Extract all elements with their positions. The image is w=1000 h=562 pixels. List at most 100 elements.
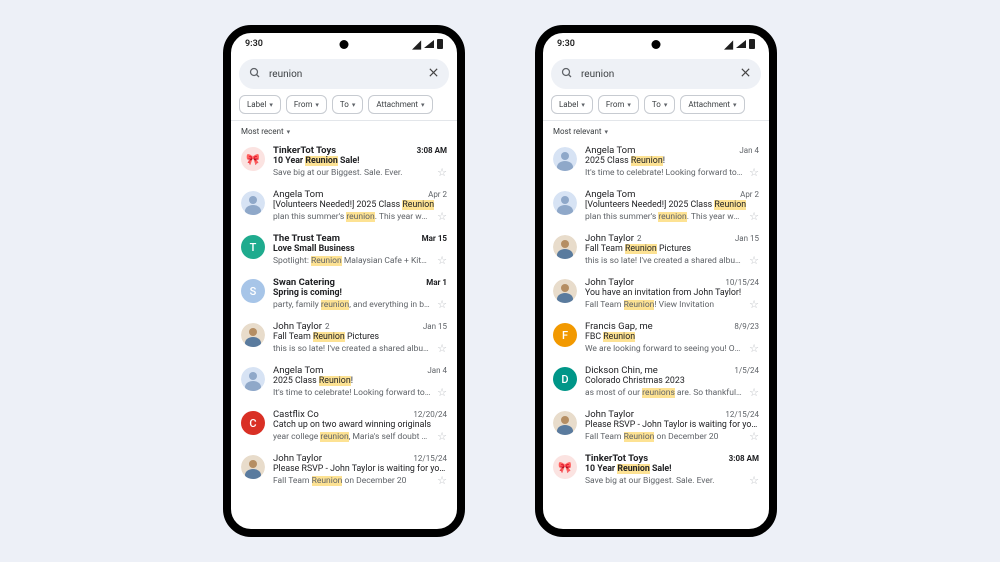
subject: Please RSVP - John Taylor is waiting for…: [273, 464, 447, 474]
star-icon[interactable]: ☆: [437, 210, 447, 223]
email-content: TinkerTot Toys 3:08 AM 10 Year Reunion S…: [585, 453, 759, 487]
star-icon[interactable]: ☆: [749, 210, 759, 223]
sender: John Taylor2: [585, 233, 642, 244]
star-icon[interactable]: ☆: [437, 166, 447, 179]
snippet: We are looking forward to seeing you! Ou…: [585, 344, 743, 354]
sender: John Taylor2: [273, 321, 330, 332]
chip-label[interactable]: Label▾: [551, 95, 593, 114]
email-row[interactable]: Angela Tom Apr 2 [Volunteers Needed!] 20…: [543, 184, 769, 228]
chevron-down-icon: ▾: [315, 101, 319, 109]
search-input[interactable]: reunion: [581, 69, 732, 80]
chevron-down-icon: ▾: [664, 101, 668, 109]
sender: John Taylor: [585, 409, 634, 420]
email-row[interactable]: T The Trust Team Mar 15 Love Small Busin…: [231, 228, 457, 272]
sender: Francis Gap, me: [585, 321, 653, 332]
signal-icon: [424, 40, 434, 48]
phone-left: 9:30 ◢ reunion Label▾ From▾ To▾ Attachme…: [223, 25, 465, 537]
email-content: John Taylor 10/15/24 You have an invitat…: [585, 277, 759, 311]
star-icon[interactable]: ☆: [437, 254, 447, 267]
star-icon[interactable]: ☆: [437, 342, 447, 355]
clear-icon[interactable]: [740, 67, 751, 81]
phone-right: 9:30 ◢ reunion Label▾ From▾ To▾ Attachme…: [535, 25, 777, 537]
search-input[interactable]: reunion: [269, 69, 420, 80]
email-row[interactable]: Angela Tom Jan 4 2025 Class Reunion! It'…: [543, 140, 769, 184]
subject: Fall Team Reunion Pictures: [273, 332, 447, 342]
snippet: Fall Team Reunion on December 20: [273, 476, 431, 486]
signal-icon: [736, 40, 746, 48]
timestamp: 10/15/24: [725, 278, 759, 287]
timestamp: 8/9/23: [734, 322, 759, 331]
timestamp: Jan 4: [739, 146, 759, 155]
search-icon: [561, 67, 573, 82]
snippet: this is so late! I've created a shared a…: [585, 256, 743, 266]
snippet: Save big at our Biggest. Sale. Ever.: [585, 476, 743, 486]
search-bar[interactable]: reunion: [239, 59, 449, 89]
avatar: T: [241, 235, 265, 259]
star-icon[interactable]: ☆: [437, 430, 447, 443]
star-icon[interactable]: ☆: [749, 342, 759, 355]
snippet: Fall Team Reunion on December 20: [585, 432, 743, 442]
chevron-down-icon: ▾: [733, 101, 737, 109]
star-icon[interactable]: ☆: [749, 166, 759, 179]
chevron-down-icon: ▾: [627, 101, 631, 109]
snippet: plan this summer's reunion. This year we…: [273, 212, 431, 222]
snippet: plan this summer's reunion. This year we…: [585, 212, 743, 222]
star-icon[interactable]: ☆: [437, 386, 447, 399]
star-icon[interactable]: ☆: [749, 254, 759, 267]
clear-icon[interactable]: [428, 67, 439, 81]
star-icon[interactable]: ☆: [437, 298, 447, 311]
chip-attachment[interactable]: Attachment▾: [680, 95, 744, 114]
avatar: [553, 235, 577, 259]
email-row[interactable]: 🎀 TinkerTot Toys 3:08 AM 10 Year Reunion…: [543, 448, 769, 492]
timestamp: 12/15/24: [725, 410, 759, 419]
email-row[interactable]: John Taylor 10/15/24 You have an invitat…: [543, 272, 769, 316]
wifi-icon: ◢: [413, 39, 421, 50]
sort-selector[interactable]: Most recent▾: [231, 121, 457, 140]
avatar: [241, 323, 265, 347]
star-icon[interactable]: ☆: [749, 430, 759, 443]
star-icon[interactable]: ☆: [749, 386, 759, 399]
email-row[interactable]: F Francis Gap, me 8/9/23 FBC Reunion We …: [543, 316, 769, 360]
email-row[interactable]: Angela Tom Jan 4 2025 Class Reunion! It'…: [231, 360, 457, 404]
subject: 2025 Class Reunion!: [585, 156, 759, 166]
battery-icon: [437, 39, 443, 49]
avatar: [553, 411, 577, 435]
star-icon[interactable]: ☆: [437, 474, 447, 487]
sender: TinkerTot Toys: [585, 453, 648, 464]
email-row[interactable]: D Dickson Chin, me 1/5/24 Colorado Chris…: [543, 360, 769, 404]
avatar: F: [553, 323, 577, 347]
chip-attachment[interactable]: Attachment▾: [368, 95, 432, 114]
email-content: Dickson Chin, me 1/5/24 Colorado Christm…: [585, 365, 759, 399]
email-row[interactable]: John Taylor2 Jan 15 Fall Team Reunion Pi…: [231, 316, 457, 360]
email-row[interactable]: 🎀 TinkerTot Toys 3:08 AM 10 Year Reunion…: [231, 140, 457, 184]
chip-from[interactable]: From▾: [286, 95, 327, 114]
timestamp: Jan 4: [427, 366, 447, 375]
email-row[interactable]: Angela Tom Apr 2 [Volunteers Needed!] 20…: [231, 184, 457, 228]
subject: Catch up on two award winning originals: [273, 420, 447, 430]
chip-from[interactable]: From▾: [598, 95, 639, 114]
email-row[interactable]: John Taylor2 Jan 15 Fall Team Reunion Pi…: [543, 228, 769, 272]
timestamp: Mar 15: [422, 234, 447, 243]
email-content: The Trust Team Mar 15 Love Small Busines…: [273, 233, 447, 267]
email-row[interactable]: John Taylor 12/15/24 Please RSVP - John …: [231, 448, 457, 492]
email-row[interactable]: S Swan Catering Mar 1 Spring is coming! …: [231, 272, 457, 316]
email-row[interactable]: John Taylor 12/15/24 Please RSVP - John …: [543, 404, 769, 448]
star-icon[interactable]: ☆: [749, 474, 759, 487]
chip-to[interactable]: To▾: [644, 95, 675, 114]
search-bar[interactable]: reunion: [551, 59, 761, 89]
email-row[interactable]: C Castflix Co 12/20/24 Catch up on two a…: [231, 404, 457, 448]
subject: FBC Reunion: [585, 332, 759, 342]
chip-label[interactable]: Label▾: [239, 95, 281, 114]
camera-cutout: [340, 40, 349, 49]
chevron-down-icon: ▾: [352, 101, 356, 109]
sort-selector[interactable]: Most relevant▾: [543, 121, 769, 140]
subject: [Volunteers Needed!] 2025 Class Reunion: [273, 200, 447, 210]
star-icon[interactable]: ☆: [749, 298, 759, 311]
email-content: TinkerTot Toys 3:08 AM 10 Year Reunion S…: [273, 145, 447, 179]
avatar: 🎀: [241, 147, 265, 171]
email-content: Angela Tom Jan 4 2025 Class Reunion! It'…: [273, 365, 447, 399]
subject: Spring is coming!: [273, 288, 447, 298]
snippet: Save big at our Biggest. Sale. Ever.: [273, 168, 431, 178]
subject: Fall Team Reunion Pictures: [585, 244, 759, 254]
chip-to[interactable]: To▾: [332, 95, 363, 114]
